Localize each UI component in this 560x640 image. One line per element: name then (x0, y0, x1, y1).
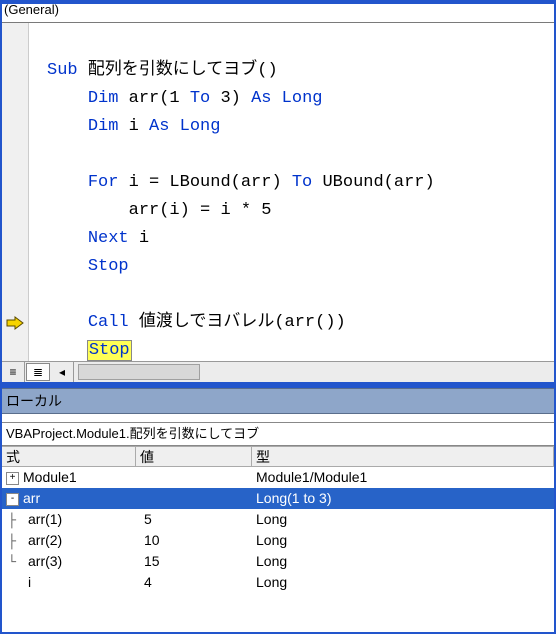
locals-header-value[interactable]: 値 (136, 447, 252, 467)
code-gutter (2, 23, 29, 361)
locals-name-text: arr(3) (28, 553, 62, 569)
locals-cell-type: Long (252, 551, 554, 572)
code-text: arr(i) = i * 5 (129, 201, 272, 220)
keyword-dim: Dim (88, 89, 119, 108)
locals-cell-type: Long (252, 572, 554, 593)
keyword-call: Call (88, 313, 129, 332)
locals-row[interactable]: └ arr(3) 15Long (2, 551, 554, 572)
locals-cell-name: i (2, 572, 136, 593)
locals-context-path: VBAProject.Module1.配列を引数にしてヨブ (2, 422, 554, 446)
code-pane[interactable]: Sub 配列を引数にしてヨブ() Dim arr(1 To 3) As Long… (2, 23, 554, 361)
locals-cell-value (136, 488, 252, 509)
locals-name-text: i (28, 574, 31, 590)
code-body[interactable]: Sub 配列を引数にしてヨブ() Dim arr(1 To 3) As Long… (29, 23, 554, 361)
code-text: 3) (210, 89, 251, 108)
locals-cell-type: Long (252, 509, 554, 530)
code-text: UBound(arr) (312, 173, 434, 192)
tree-connector-icon: └ (6, 553, 18, 574)
full-module-view-button[interactable]: ≣ (26, 363, 50, 381)
tree-connector-icon: ├ (6, 532, 18, 553)
locals-header-row: 式 値 型 (2, 447, 554, 467)
current-line-stop: Stop (88, 341, 131, 360)
locals-cell-type: Long (252, 530, 554, 551)
vba-ide-frame: (General) Sub 配列を引数にしてヨブ() Dim arr(1 To … (0, 0, 556, 634)
keyword-dim: Dim (88, 117, 119, 136)
keyword-next: Next (88, 229, 129, 248)
locals-header-type[interactable]: 型 (252, 447, 554, 467)
locals-cell-value (136, 467, 252, 488)
object-dropdown[interactable]: (General) (2, 4, 554, 23)
locals-row[interactable]: ├ arr(1) 5Long (2, 509, 554, 530)
locals-cell-value: 4 (136, 572, 252, 593)
horizontal-scrollbar[interactable] (74, 362, 554, 382)
spacer (2, 414, 554, 422)
code-text: i (118, 117, 149, 136)
locals-cell-type: Module1/Module1 (252, 467, 554, 488)
sub-name: 配列を引数にしてヨブ() (78, 61, 278, 80)
expand-toggle-icon[interactable]: + (6, 472, 19, 485)
locals-cell-name: -arr (2, 488, 136, 509)
locals-rows: +Module1Module1/Module1-arrLong(1 to 3)├… (2, 467, 554, 593)
locals-name-text: arr(1) (28, 511, 62, 527)
locals-cell-value: 10 (136, 530, 252, 551)
locals-cell-value: 15 (136, 551, 252, 572)
locals-header-name[interactable]: 式 (2, 447, 136, 467)
locals-cell-name: + Module1 (2, 467, 136, 488)
locals-window-title: ローカル (2, 388, 554, 414)
object-dropdown-value: (General) (4, 2, 59, 17)
keyword-as-long: As Long (149, 117, 220, 136)
code-text: i = LBound(arr) (118, 173, 291, 192)
locals-cell-value: 5 (136, 509, 252, 530)
locals-cell-name: ├ arr(2) (2, 530, 136, 551)
keyword-to: To (292, 173, 312, 192)
execution-pointer-icon (6, 316, 24, 330)
scrollbar-thumb[interactable] (78, 364, 200, 380)
locals-row[interactable]: -arr Long(1 to 3) (2, 488, 554, 509)
locals-cell-name: ├ arr(1) (2, 509, 136, 530)
locals-row[interactable]: ├ arr(2) 10Long (2, 530, 554, 551)
locals-row[interactable]: + Module1 Module1/Module1 (2, 467, 554, 488)
locals-table: 式 値 型 + Module1 Module1/Module1 -arr Long(1 … (2, 446, 554, 593)
keyword-sub: Sub (47, 61, 78, 80)
code-text: i (129, 229, 149, 248)
locals-name-text: Module1 (23, 469, 77, 485)
code-text: 値渡しでヨバレル(arr()) (129, 313, 346, 332)
view-strip: ≡ ≣ ◂ (2, 361, 554, 382)
locals-cell-type: Long(1 to 3) (252, 488, 554, 509)
locals-row[interactable]: i 4Long (2, 572, 554, 593)
locals-name-text: arr(2) (28, 532, 62, 548)
code-text: arr(1 (118, 89, 189, 108)
procedure-view-button[interactable]: ≡ (2, 362, 25, 382)
tree-connector-icon: ├ (6, 511, 18, 532)
keyword-as-long: As Long (251, 89, 322, 108)
scroll-left-button[interactable]: ◂ (51, 362, 74, 382)
expand-toggle-icon[interactable]: - (6, 493, 19, 506)
locals-name-text: arr (23, 490, 40, 506)
locals-cell-name: └ arr(3) (2, 551, 136, 572)
keyword-to: To (190, 89, 210, 108)
keyword-for: For (88, 173, 119, 192)
keyword-stop: Stop (88, 257, 129, 276)
